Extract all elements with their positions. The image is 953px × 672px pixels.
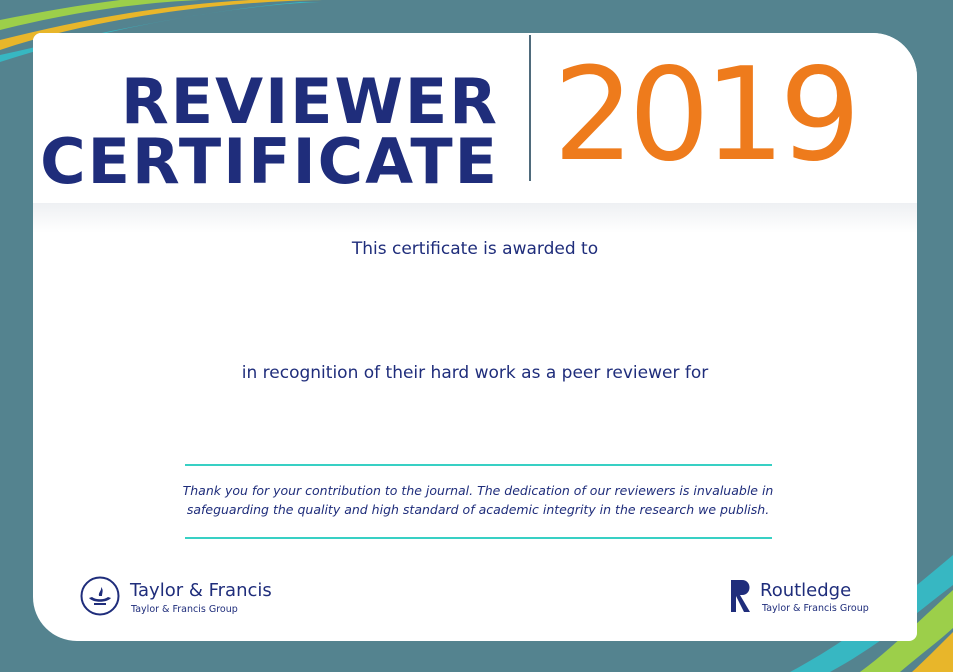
certificate-header: REVIEWER CERTIFICATE 2019 xyxy=(33,33,917,218)
divider-rule-top xyxy=(185,464,772,466)
header-divider xyxy=(529,35,531,181)
thanks-text: Thank you for your contribution to the j… xyxy=(182,483,774,517)
taylor-francis-group: Taylor & Francis Group xyxy=(131,604,238,615)
routledge-logo: Routledge Taylor & Francis Group xyxy=(728,578,898,622)
header-shadow xyxy=(33,203,917,233)
awarded-text: This certificate is awarded to xyxy=(351,239,599,259)
taylor-francis-lamp-icon xyxy=(80,576,120,616)
recognition-text: in recognition of their hard work as a p… xyxy=(241,363,709,383)
routledge-group: Taylor & Francis Group xyxy=(762,603,869,614)
taylor-francis-name: Taylor & Francis xyxy=(130,580,272,601)
routledge-name: Routledge xyxy=(760,580,852,601)
title-line-1: REVIEWER xyxy=(121,65,499,138)
certificate-year: 2019 xyxy=(553,41,861,190)
taylor-francis-logo: Taylor & Francis Taylor & Francis Group xyxy=(80,574,280,620)
certificate-card: REVIEWER CERTIFICATE 2019 This certifica… xyxy=(33,33,917,641)
title-line-2: CERTIFICATE xyxy=(40,125,499,198)
divider-rule-bottom xyxy=(185,537,772,539)
routledge-r-icon xyxy=(731,580,750,612)
